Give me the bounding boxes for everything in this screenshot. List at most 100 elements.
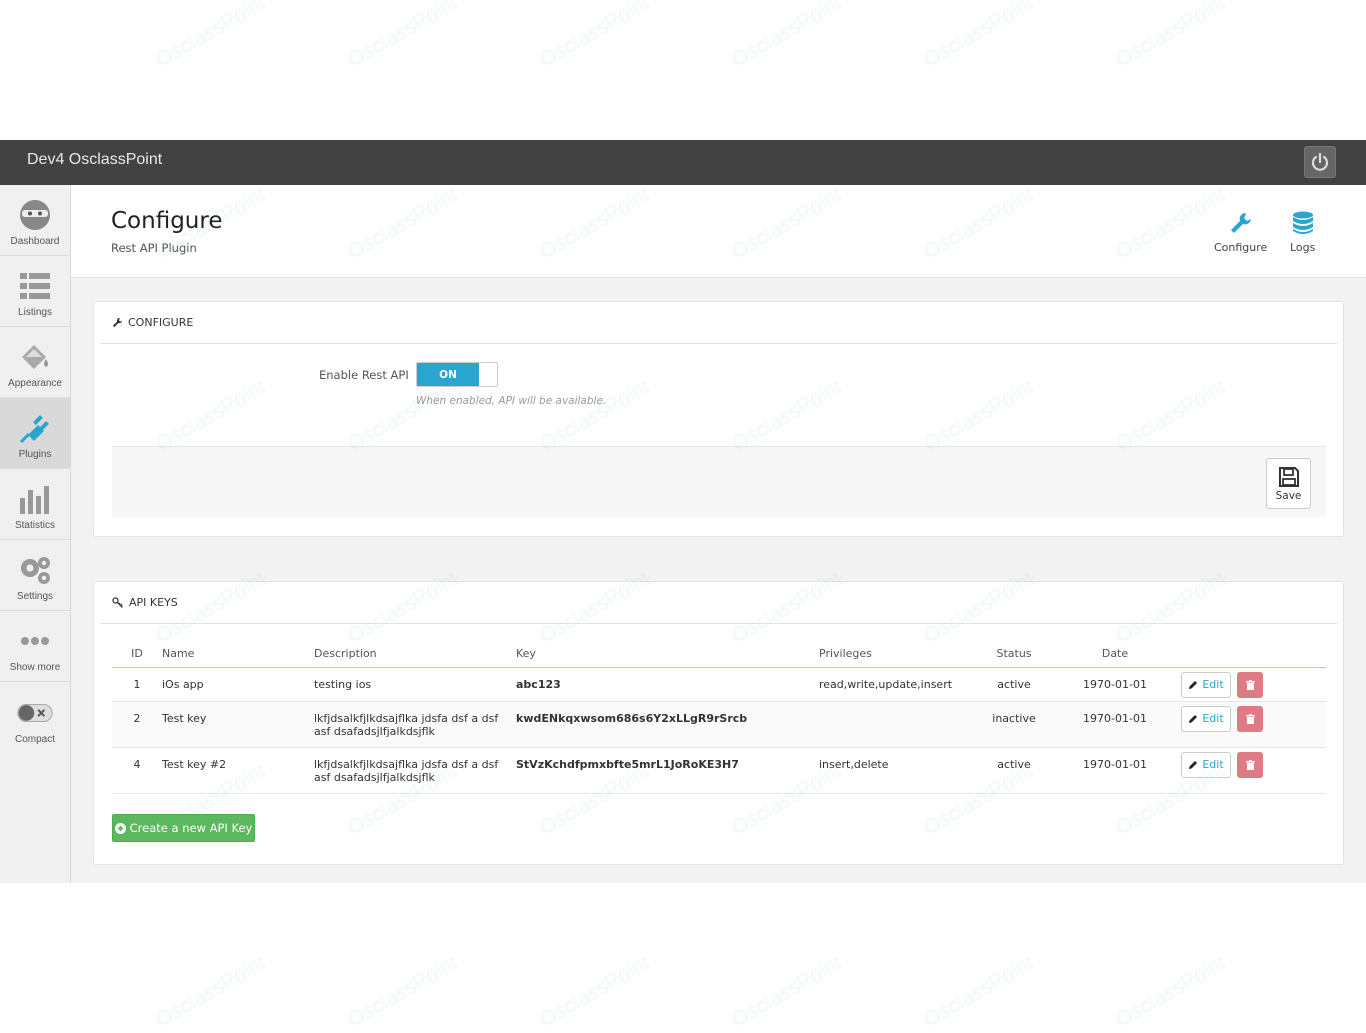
trash-icon (1245, 679, 1255, 690)
cell-actions: Edit (1181, 701, 1326, 748)
configure-panel-heading: CONFIGURE (100, 302, 1337, 344)
delete-button[interactable] (1237, 705, 1263, 732)
column-header-date[interactable]: Date (1049, 640, 1181, 668)
sidebar-item-dashboard[interactable]: Dashboard (0, 185, 70, 256)
logout-button[interactable] (1304, 146, 1336, 178)
watermark-text: OsclassPoint (344, 0, 462, 73)
watermark-text: OsclassPoint (728, 950, 846, 1033)
edit-button[interactable]: Edit (1181, 751, 1231, 778)
sidebar-item-plugins[interactable]: Plugins (0, 398, 70, 469)
cell-id: 1 (112, 667, 162, 702)
ellipsis-icon (17, 624, 53, 658)
column-header-actions (1181, 640, 1326, 668)
pencil-icon (1189, 680, 1198, 689)
save-label: Save (1275, 489, 1302, 502)
power-icon (1311, 152, 1329, 171)
page-subtitle: Rest API Plugin (111, 241, 197, 255)
table-row: 1 iOs app testing ios abc123 read,write,… (112, 667, 1326, 702)
watermark-text: OsclassPoint (536, 0, 654, 73)
cell-status: active (979, 667, 1049, 702)
top-bar: Dev4 OsclassPoint (0, 140, 1366, 185)
toggle-state: ON (417, 363, 479, 386)
enable-rest-api-hint: When enabled, API will be available. (416, 395, 607, 407)
app-shell: Dev4 OsclassPoint Dashboard Listings App… (0, 140, 1366, 883)
cell-date: 1970-01-01 (1049, 701, 1181, 748)
cell-status: active (979, 747, 1049, 794)
watermark-text: OsclassPoint (344, 950, 462, 1033)
table-header-row: ID Name Description Key Privileges Statu… (112, 640, 1326, 668)
watermark-text: OsclassPoint (1112, 950, 1230, 1033)
cell-key: StVzKchdfpmxbfte5mrL1JoRoKE3H7 (516, 747, 819, 794)
cell-date: 1970-01-01 (1049, 747, 1181, 794)
cell-description: testing ios (314, 667, 516, 702)
sidebar-item-listings[interactable]: Listings (0, 256, 70, 327)
cell-actions: Edit (1181, 747, 1326, 794)
wrench-icon (112, 317, 123, 328)
column-header-key[interactable]: Key (516, 640, 819, 668)
delete-button[interactable] (1237, 671, 1263, 698)
sidebar-item-label: Listings (18, 307, 52, 318)
column-header-privileges[interactable]: Privileges (819, 640, 979, 668)
header-link-label: Configure (1214, 241, 1268, 254)
table-row: 2 Test key lkfjdsalkfjlkdsajflka jdsfa d… (112, 701, 1326, 748)
page-header: Configure Rest API Plugin Configure Logs (71, 185, 1366, 278)
cell-date: 1970-01-01 (1049, 667, 1181, 702)
api-keys-panel: API KEYS ID Name Description Key Privile… (93, 581, 1344, 865)
cell-privileges: read,write,update,insert (819, 667, 979, 702)
sidebar-item-appearance[interactable]: Appearance (0, 327, 70, 398)
database-icon (1292, 211, 1313, 234)
header-link-configure[interactable]: Configure (1214, 211, 1267, 254)
edit-button[interactable]: Edit (1181, 705, 1231, 732)
pencil-icon (1189, 714, 1198, 723)
edit-button[interactable]: Edit (1181, 671, 1231, 698)
wrench-icon (1230, 213, 1251, 233)
key-icon (112, 597, 123, 608)
column-header-name[interactable]: Name (162, 640, 314, 668)
sidebar: Dashboard Listings Appearance Plugins St… (0, 185, 71, 883)
sidebar-item-show-more[interactable]: Show more (0, 611, 70, 682)
delete-button[interactable] (1237, 751, 1263, 778)
sidebar-item-compact[interactable]: Compact (0, 682, 70, 753)
save-button[interactable]: Save (1266, 458, 1311, 509)
header-link-label: Logs (1290, 241, 1316, 254)
plus-circle-icon (114, 822, 126, 834)
column-header-description[interactable]: Description (314, 640, 516, 668)
cell-description: lkfjdsalkfjlkdsajflka jdsfa dsf a dsf as… (314, 747, 516, 794)
sidebar-item-label: Show more (9, 662, 61, 673)
cell-actions: Edit (1181, 667, 1326, 702)
trash-icon (1245, 759, 1255, 770)
sidebar-item-label: Appearance (8, 378, 62, 389)
watermark-text: OsclassPoint (920, 0, 1038, 73)
paint-bucket-icon (17, 340, 53, 374)
cell-name: iOs app (162, 667, 314, 702)
site-title[interactable]: Dev4 OsclassPoint (27, 151, 162, 169)
ninja-icon (17, 198, 53, 232)
column-header-status[interactable]: Status (979, 640, 1049, 668)
watermark-text: OsclassPoint (536, 950, 654, 1033)
cell-privileges (819, 701, 979, 748)
sidebar-item-statistics[interactable]: Statistics (0, 469, 70, 540)
cell-id: 2 (112, 701, 162, 748)
enable-rest-api-label: Enable Rest API (319, 368, 409, 382)
configure-panel: CONFIGURE Enable Rest API ON When enable… (93, 301, 1344, 537)
watermark-text: OsclassPoint (152, 0, 270, 73)
header-link-logs[interactable]: Logs (1290, 211, 1315, 254)
sidebar-item-label: Dashboard (10, 236, 60, 247)
sidebar-item-label: Settings (16, 591, 54, 602)
cell-id: 4 (112, 747, 162, 794)
watermark-text: OsclassPoint (152, 950, 270, 1033)
enable-rest-api-toggle[interactable]: ON (416, 362, 498, 387)
cell-description: lkfjdsalkfjlkdsajflka jdsfa dsf a dsf as… (314, 701, 516, 748)
pencil-icon (1189, 760, 1198, 769)
cell-name: Test key #2 (162, 747, 314, 794)
cell-status: inactive (979, 701, 1049, 748)
api-keys-table: ID Name Description Key Privileges Statu… (112, 640, 1326, 794)
api-keys-panel-heading: API KEYS (100, 582, 1337, 624)
page-title: Configure (111, 208, 223, 234)
column-header-id[interactable]: ID (112, 640, 162, 668)
create-api-key-button[interactable]: Create a new API Key (112, 814, 255, 842)
sidebar-item-settings[interactable]: Settings (0, 540, 70, 611)
trash-icon (1245, 713, 1255, 724)
form-actions: Save (112, 446, 1326, 517)
toggle-off-icon (17, 696, 53, 730)
